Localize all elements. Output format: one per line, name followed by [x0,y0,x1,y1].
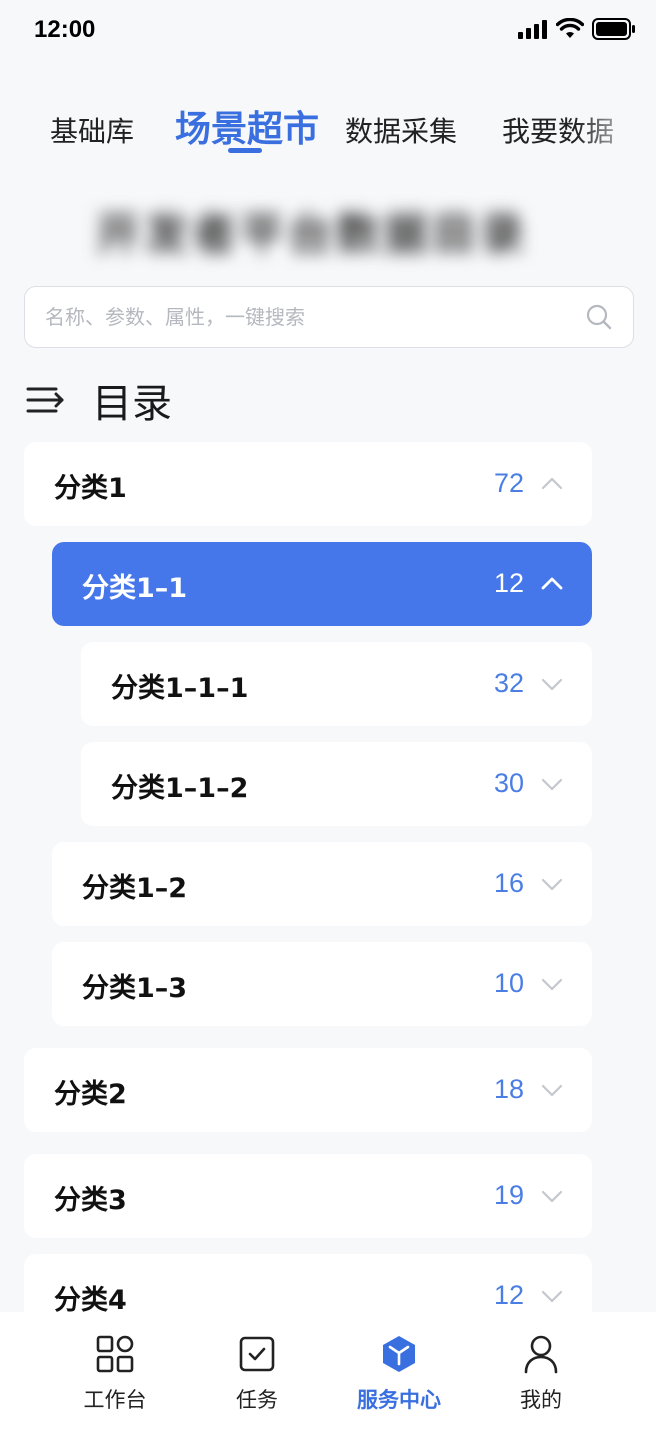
directory-title: 目录 [92,381,172,427]
catalog-item[interactable]: 分类4 12 [24,1254,592,1312]
bottom-nav: 工作台 任务 服务中心 我的 [0,1312,656,1432]
catalog-item-count: 72 [493,468,524,498]
status-icons [518,18,636,40]
catalog-item[interactable]: 分类1–1–1 32 [81,642,592,726]
catalog-item-label: 分类1–2 [82,873,188,904]
catalog-item[interactable]: 分类1–1–2 30 [81,742,592,826]
nav-label: 任务 [236,1388,278,1412]
top-tabs: 基础库 场景超市 数据采集 我要数据 [0,96,656,166]
grid-icon [96,1335,134,1373]
nav-item-service-center[interactable]: 服务中心 [329,1334,469,1424]
service-cube-icon [383,1336,415,1372]
nav-label: 服务中心 [357,1388,441,1412]
tabs-fade-overlay [576,96,656,166]
chevron-down-icon[interactable] [540,1078,564,1102]
catalog-item-count: 12 [493,1280,524,1310]
catalog-item-count: 10 [493,968,524,998]
catalog-item[interactable]: 分类3 19 [24,1154,592,1238]
catalog-item-label: 分类3 [54,1185,127,1216]
blurred-banner-title: 开发者平台数据目录 [96,209,528,260]
catalog-item-label: 分类1–1–1 [111,673,249,704]
catalog-item-label: 分类1–3 [82,973,188,1004]
tab-basic-library[interactable]: 基础库 [50,110,134,150]
search-bar [24,286,634,348]
tab-data-collection[interactable]: 数据采集 [345,110,457,150]
directory-header: 目录 [26,372,172,428]
catalog-item-count: 30 [493,768,524,798]
catalog-item-count: 16 [493,868,524,898]
catalog-item-label: 分类1–1 [82,573,188,604]
wifi-icon [556,18,584,38]
catalog-item-count: 32 [493,668,524,698]
status-bar: 12:00 [0,0,656,60]
search-icon[interactable] [585,303,613,331]
nav-item-tasks[interactable]: 任务 [187,1334,327,1424]
nav-item-profile[interactable]: 我的 [471,1334,611,1424]
catalog-item-label: 分类4 [54,1285,127,1312]
catalog-item-count: 12 [493,568,524,598]
catalog-item-label: 分类1 [54,473,127,504]
user-icon [524,1335,558,1374]
chevron-down-icon[interactable] [540,772,564,796]
menu-collapse-icon[interactable] [26,385,64,415]
nav-label: 我的 [520,1388,562,1412]
chevron-down-icon[interactable] [540,972,564,996]
chevron-up-icon[interactable] [540,572,564,596]
battery-icon [592,18,635,40]
catalog-item-count: 19 [493,1180,524,1210]
catalog-item[interactable]: 分类1–2 16 [52,842,592,926]
nav-label: 工作台 [83,1388,147,1412]
catalog-item-label: 分类1–1–2 [111,773,249,804]
chevron-down-icon[interactable] [540,1184,564,1208]
catalog-item[interactable]: 分类2 18 [24,1048,592,1132]
catalog-item-selected[interactable]: 分类1–1 12 [52,542,592,626]
catalog-item[interactable]: 分类1–3 10 [52,942,592,1026]
catalog-item-label: 分类2 [54,1079,127,1110]
chevron-down-icon[interactable] [540,1284,564,1308]
status-time: 12:00 [34,16,96,43]
tab-scene-market[interactable]: 场景超市 [175,100,319,152]
nav-item-workbench[interactable]: 工作台 [45,1334,185,1424]
catalog-item-count: 18 [493,1074,524,1104]
task-check-icon [239,1336,275,1372]
search-input[interactable] [45,295,565,339]
active-tab-indicator [228,148,262,153]
chevron-down-icon[interactable] [540,872,564,896]
catalog-list: 分类1 72 分类1–1 12 分类1–1–1 32 分类1–1–2 30 分类… [0,442,656,1312]
catalog-item[interactable]: 分类1 72 [24,442,592,526]
chevron-up-icon[interactable] [540,472,564,496]
chevron-down-icon[interactable] [540,672,564,696]
signal-icon [518,20,547,39]
